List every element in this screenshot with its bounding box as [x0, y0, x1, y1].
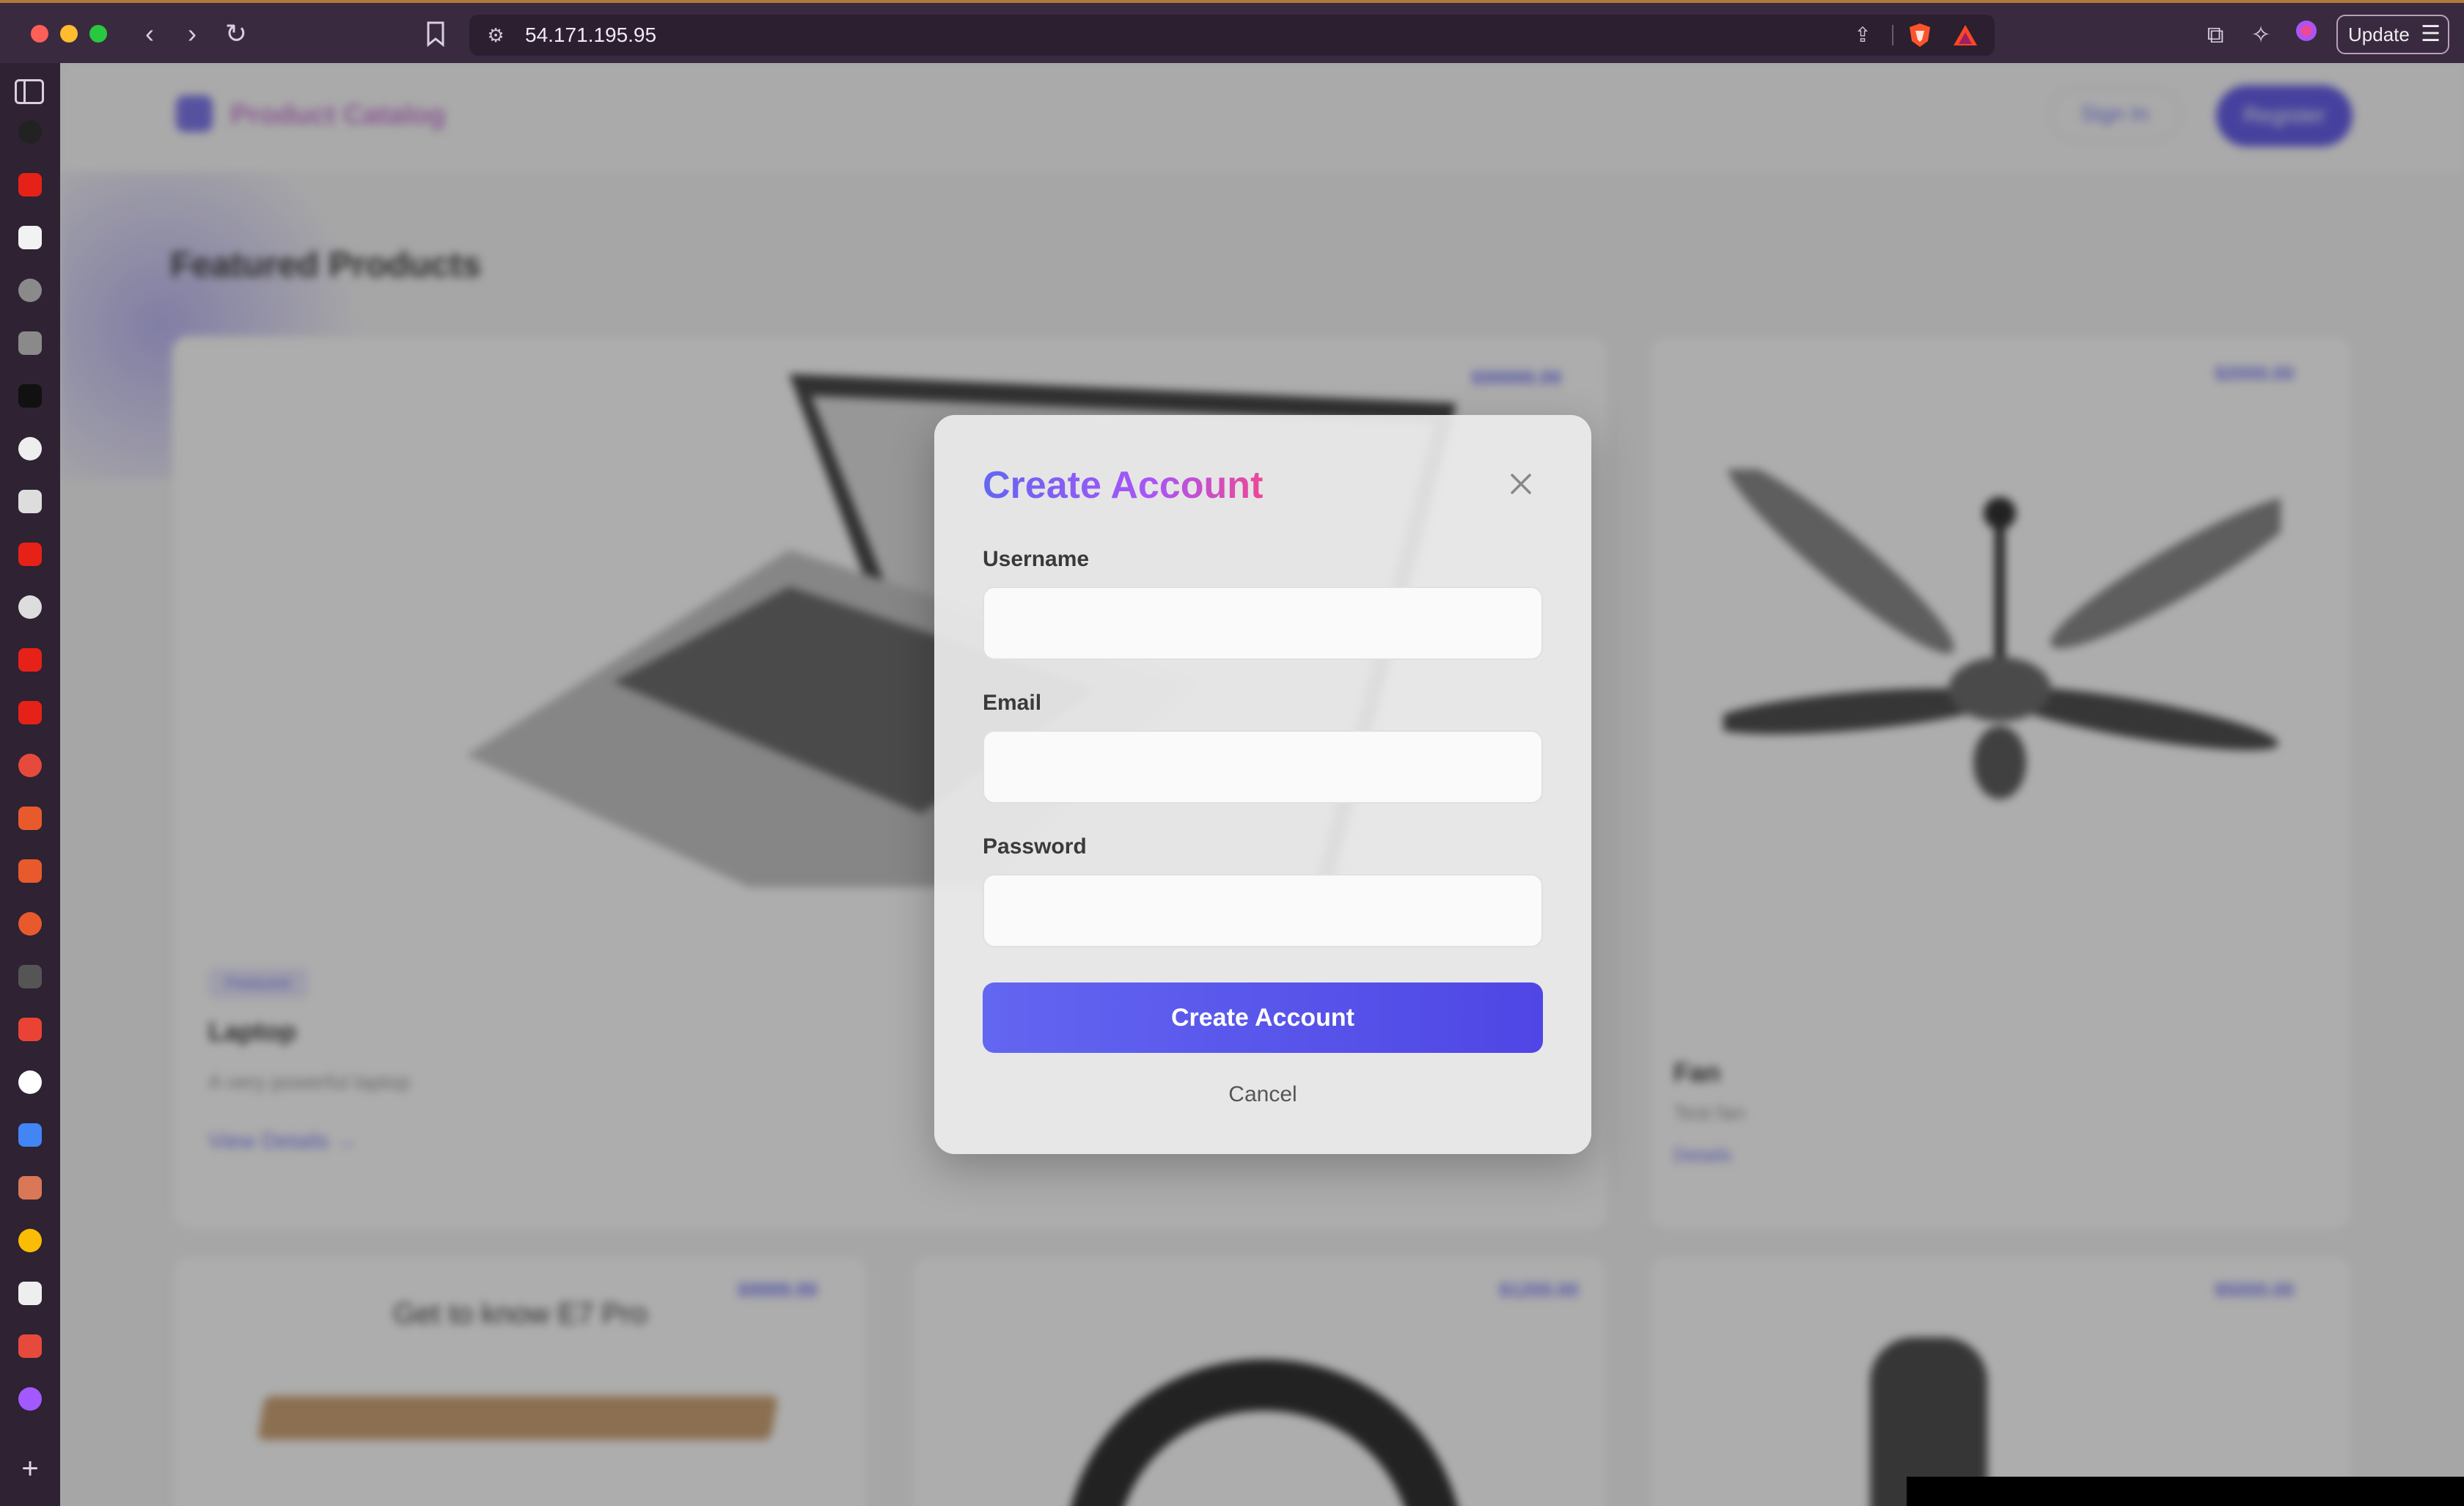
sidebar-panel-toggle-icon[interactable]	[15, 79, 44, 104]
browser-sidebar: +	[0, 63, 60, 1506]
share-icon: ⇪	[1854, 23, 1871, 46]
sidebar-item-red-4[interactable]	[18, 912, 42, 936]
email-label: Email	[983, 691, 1042, 715]
update-label: Update	[2348, 23, 2410, 45]
sidebar-item-link[interactable]	[18, 1334, 42, 1358]
site-settings-icon[interactable]: ⚙	[483, 22, 509, 48]
sidebar-item-loading[interactable]	[18, 965, 42, 988]
close-modal-button[interactable]	[1503, 466, 1539, 502]
close-window-button[interactable]	[31, 25, 48, 43]
extensions-icon: ⧉	[2207, 21, 2224, 48]
sidebar-item-youtube-1[interactable]	[18, 173, 42, 196]
chevron-right-icon: ›	[188, 18, 197, 48]
url-divider	[1892, 25, 1893, 45]
sidebar-item-wordpress[interactable]	[18, 595, 42, 619]
password-label: Password	[983, 834, 1087, 859]
sidebar-item-gmail[interactable]	[18, 1018, 42, 1041]
sidebar-item-figma[interactable]	[18, 1387, 42, 1411]
back-button[interactable]: ‹	[133, 18, 166, 50]
profile-icon	[2296, 21, 2317, 41]
bookmark-icon	[427, 21, 444, 48]
browser-toolbar: ‹ › ↻ ⚙ 54.171.195.95 ⇪ ⧉ ✧ Update ☰	[0, 0, 2464, 63]
bookmark-button[interactable]	[419, 18, 452, 50]
address-bar[interactable]: ⚙ 54.171.195.95 ⇪	[469, 15, 1995, 56]
cancel-button[interactable]: Cancel	[1189, 1076, 1336, 1113]
hamburger-menu-icon: ☰	[2421, 22, 2441, 46]
chevron-left-icon: ‹	[145, 18, 154, 48]
email-input[interactable]	[983, 730, 1543, 804]
reload-button[interactable]: ↻	[220, 18, 252, 50]
sidebar-item-red-1[interactable]	[18, 754, 42, 777]
username-input[interactable]	[983, 587, 1543, 660]
sidebar-item-claude[interactable]	[18, 1176, 42, 1200]
password-input[interactable]	[983, 874, 1543, 947]
share-button[interactable]: ⇪	[1848, 21, 1877, 50]
username-label: Username	[983, 547, 1090, 571]
sidebar-item-github[interactable]	[18, 490, 42, 513]
sidebar-item-red-2[interactable]	[18, 807, 42, 830]
sidebar-item-red-3[interactable]	[18, 859, 42, 883]
create-account-modal: Create Account Username Email Password C…	[934, 415, 1591, 1154]
sidebar-item-notion[interactable]	[18, 1070, 42, 1094]
sidebar-item-openai-2[interactable]	[18, 1282, 42, 1305]
close-icon	[1511, 474, 1531, 494]
leo-ai-icon: ✧	[2251, 21, 2271, 48]
sidebar-item-notion-like[interactable]	[18, 384, 42, 408]
sidebar-item-docs[interactable]	[18, 1123, 42, 1147]
brave-shield-icon[interactable]	[1907, 22, 1933, 48]
brave-rewards-icon[interactable]	[1952, 22, 1979, 48]
sidebar-item-youtube-2[interactable]	[18, 543, 42, 566]
modal-title: Create Account	[983, 464, 1264, 507]
sidebar-item-youtube-3[interactable]	[18, 648, 42, 672]
sidebar-item-chrome[interactable]	[18, 1229, 42, 1252]
forward-button[interactable]: ›	[176, 18, 208, 50]
sidebar-item-globe-2[interactable]	[18, 331, 42, 355]
leo-ai-button[interactable]: ✧	[2245, 19, 2276, 50]
reload-icon: ↻	[224, 18, 248, 48]
add-sidebar-item-button[interactable]: +	[18, 1454, 43, 1483]
black-strip	[1907, 1477, 2464, 1506]
sidebar-item-globe-1[interactable]	[18, 279, 42, 302]
minimize-window-button[interactable]	[60, 25, 78, 43]
sidebar-item-tab[interactable]	[18, 226, 42, 249]
profile-button[interactable]	[2291, 19, 2322, 50]
update-button[interactable]: Update ☰	[2336, 15, 2449, 54]
sidebar-item-openai[interactable]	[18, 437, 42, 460]
url-text[interactable]: 54.171.195.95	[525, 23, 656, 47]
create-account-button[interactable]: Create Account	[983, 982, 1543, 1053]
maximize-window-button[interactable]	[89, 25, 107, 43]
sidebar-item-youtube-4[interactable]	[18, 701, 42, 724]
sidebar-item-threads[interactable]	[18, 120, 42, 144]
extensions-button[interactable]: ⧉	[2200, 19, 2231, 50]
